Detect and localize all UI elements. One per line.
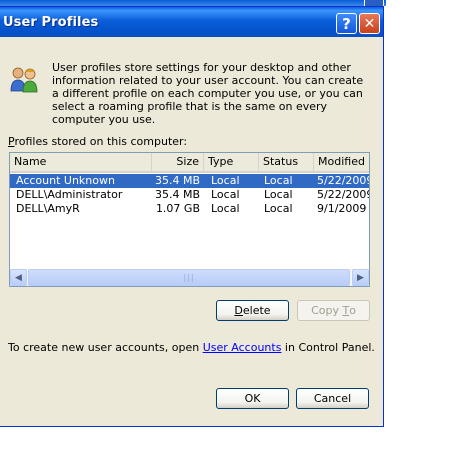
column-header-status[interactable]: Status	[259, 153, 314, 171]
table-row[interactable]: DELL\Administrator 35.4 MB Local Local 5…	[10, 188, 369, 202]
copy-to-button[interactable]: Copy To	[297, 300, 370, 321]
help-icon: ?	[342, 14, 351, 33]
cell-status: Local	[264, 174, 293, 187]
cell-name: DELL\AmyR	[16, 202, 80, 215]
help-button[interactable]: ?	[336, 13, 357, 34]
close-icon: ✕	[363, 15, 376, 32]
cell-size: 1.07 GB	[155, 202, 200, 215]
users-icon	[10, 67, 38, 93]
copy-to-button-prefix: Copy	[311, 304, 343, 317]
cell-name: DELL\Administrator	[16, 188, 123, 201]
create-accounts-prefix: To create new user accounts, open	[8, 341, 203, 354]
cell-name: Account Unknown	[16, 174, 115, 187]
grip-icon: |||	[183, 273, 195, 282]
cell-modified: 9/1/2009	[317, 202, 367, 215]
delete-button-label: elete	[242, 304, 271, 317]
user-profiles-dialog: User Profiles ? ✕ User profiles store se…	[0, 6, 384, 427]
scroll-left-icon: ◀	[15, 272, 22, 283]
cell-size: 35.4 MB	[154, 188, 200, 201]
column-header-modified[interactable]: Modified	[314, 153, 369, 171]
copy-to-button-label: o	[349, 304, 356, 317]
cell-modified: 5/22/2009	[317, 188, 369, 201]
delete-button[interactable]: Delete	[216, 300, 289, 321]
profiles-list[interactable]: Name Size Type Status Modified Account U…	[9, 152, 370, 287]
cell-status: Local	[264, 188, 293, 201]
user-accounts-link[interactable]: User Accounts	[203, 341, 282, 354]
table-row[interactable]: DELL\AmyR 1.07 GB Local Local 9/1/2009	[10, 202, 369, 216]
list-header: Name Size Type Status Modified	[10, 153, 369, 173]
profiles-stored-label-text: rofiles stored on this computer:	[14, 135, 188, 148]
scroll-left-button[interactable]: ◀	[10, 269, 27, 286]
scroll-thumb[interactable]: |||	[28, 269, 350, 286]
delete-button-accesskey: D	[234, 304, 243, 317]
cell-type: Local	[211, 188, 240, 201]
dialog-content: User profiles store settings for your de…	[0, 37, 383, 428]
cell-modified: 5/22/2009	[317, 174, 369, 187]
column-header-type[interactable]: Type	[204, 153, 259, 171]
cancel-button[interactable]: Cancel	[296, 388, 369, 409]
cell-type: Local	[211, 174, 240, 187]
cell-type: Local	[211, 202, 240, 215]
ok-button[interactable]: OK	[216, 388, 289, 409]
window-title: User Profiles	[3, 15, 99, 30]
create-accounts-text: To create new user accounts, open User A…	[8, 341, 375, 354]
copy-to-button-accesskey: T	[342, 304, 350, 317]
titlebar[interactable]: User Profiles ? ✕	[0, 7, 383, 37]
cell-size: 35.4 MB	[154, 174, 200, 187]
create-accounts-suffix: in Control Panel.	[281, 341, 375, 354]
close-button[interactable]: ✕	[359, 13, 380, 34]
column-header-name[interactable]: Name	[10, 153, 152, 171]
table-row[interactable]: Account Unknown 35.4 MB Local Local 5/22…	[10, 174, 369, 188]
scroll-right-icon: ▶	[357, 272, 364, 283]
scroll-right-button[interactable]: ▶	[352, 269, 369, 286]
description-text: User profiles store settings for your de…	[52, 61, 364, 126]
column-header-size[interactable]: Size	[152, 153, 204, 171]
horizontal-scrollbar[interactable]: ◀ ||| ▶	[10, 269, 369, 286]
profiles-stored-label: Profiles stored on this computer:	[8, 135, 187, 148]
cell-status: Local	[264, 202, 293, 215]
